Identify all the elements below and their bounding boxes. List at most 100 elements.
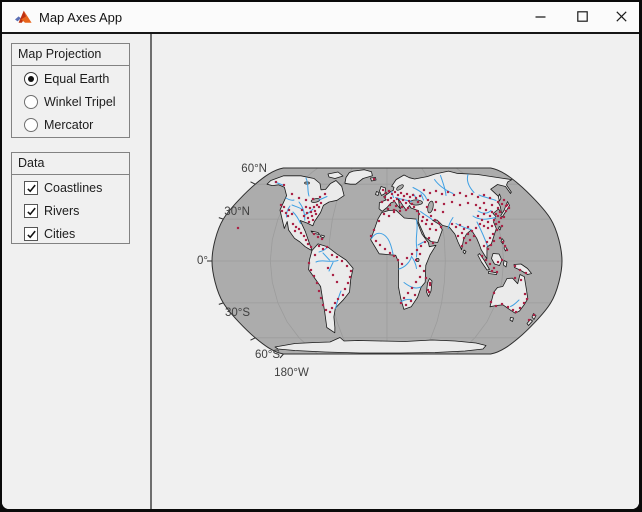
city-dot [396, 198, 398, 200]
maximize-button[interactable] [565, 2, 599, 31]
axis-tick-label: 180°W [274, 367, 309, 379]
city-dot [399, 210, 401, 212]
city-dot [329, 311, 331, 313]
radio-button-icon[interactable] [24, 95, 38, 109]
city-dot [405, 304, 407, 306]
city-dot [393, 200, 395, 202]
city-dot [463, 237, 465, 239]
minimize-button[interactable] [523, 2, 557, 31]
city-dot [492, 233, 494, 235]
city-dot [496, 229, 498, 231]
city-dot [434, 209, 436, 211]
city-dot [308, 262, 310, 264]
city-dot [479, 207, 481, 209]
checkbox-label: Cities [44, 227, 75, 241]
map-axes[interactable]: 60°N30°N0°30°S60°S180°W [180, 150, 570, 380]
city-dot [475, 227, 477, 229]
checkbox-rivers[interactable]: Rivers [24, 201, 129, 221]
radio-label: Mercator [44, 118, 93, 132]
city-dot [443, 203, 445, 205]
city-dot [298, 197, 300, 199]
city-dot [423, 270, 425, 272]
city-dot [300, 232, 302, 234]
checkbox-label: Coastlines [44, 181, 102, 195]
city-dot [291, 213, 293, 215]
city-dot [426, 219, 428, 221]
city-dot [508, 207, 510, 209]
axis-tick-label: 30°S [225, 307, 250, 319]
city-dot [313, 275, 315, 277]
city-dot [469, 239, 471, 241]
radio-button-icon[interactable] [24, 118, 38, 132]
city-dot [320, 297, 322, 299]
map-svg[interactable]: 60°N30°N0°30°S60°S180°W [180, 150, 570, 380]
city-dot [520, 279, 522, 281]
checkbox-coastlines[interactable]: Coastlines [24, 178, 129, 198]
city-dot [415, 259, 417, 261]
checkbox-icon[interactable] [24, 227, 38, 241]
city-dot [313, 233, 315, 235]
city-dot [429, 284, 431, 286]
city-dot [400, 302, 402, 304]
city-dot [421, 220, 423, 222]
city-dot [288, 209, 290, 211]
city-dot [501, 259, 503, 261]
title-bar: Map Axes App [2, 2, 639, 34]
city-dot [447, 191, 449, 193]
city-dot [502, 241, 504, 243]
checkbox-icon[interactable] [24, 204, 38, 218]
city-dot [533, 314, 535, 316]
city-dot [401, 263, 403, 265]
city-dot [490, 301, 492, 303]
city-dot [292, 223, 294, 225]
city-dot [281, 210, 283, 212]
city-dot [493, 240, 495, 242]
city-dot [283, 184, 285, 186]
city-dot [402, 199, 404, 201]
city-dot [483, 202, 485, 204]
city-dot [401, 206, 403, 208]
checkbox-cities[interactable]: Cities [24, 224, 129, 244]
city-dot [451, 201, 453, 203]
city-dot [387, 208, 389, 210]
app-window: Map Axes App Map Projection Equal Earth [2, 2, 639, 509]
city-dot [477, 196, 479, 198]
axis-tick-label: 0° [197, 255, 208, 267]
city-dot [309, 207, 311, 209]
city-dot [481, 219, 483, 221]
city-dot [451, 223, 453, 225]
city-dot [334, 302, 336, 304]
city-dot [285, 212, 287, 214]
checkbox-icon[interactable] [24, 181, 38, 195]
city-dot [393, 209, 395, 211]
city-dot [406, 193, 408, 195]
panel-title: Data [12, 153, 129, 175]
city-dot [415, 197, 417, 199]
close-button[interactable] [604, 2, 638, 31]
city-dot [428, 291, 430, 293]
city-dot [514, 277, 516, 279]
city-dot [497, 207, 499, 209]
city-dot [427, 289, 429, 291]
city-dot [410, 300, 412, 302]
city-dot [407, 207, 409, 209]
city-dot [493, 267, 495, 269]
city-dot [322, 304, 324, 306]
radio-winkel-tripel[interactable]: Winkel Tripel [24, 92, 129, 112]
city-dot [441, 193, 443, 195]
radio-equal-earth[interactable]: Equal Earth [24, 69, 129, 89]
city-dot [403, 297, 405, 299]
radio-mercator[interactable]: Mercator [24, 115, 129, 135]
city-dot [397, 259, 399, 261]
city-dot [461, 245, 463, 247]
city-dot [341, 260, 343, 262]
city-dot [432, 242, 434, 244]
city-dot [491, 211, 493, 213]
city-dot [497, 201, 499, 203]
city-dot [491, 225, 493, 227]
city-dot [475, 204, 477, 206]
city-dot [387, 199, 389, 201]
city-dot [430, 215, 432, 217]
radio-button-icon[interactable] [24, 72, 38, 86]
tick-mark [251, 338, 256, 340]
